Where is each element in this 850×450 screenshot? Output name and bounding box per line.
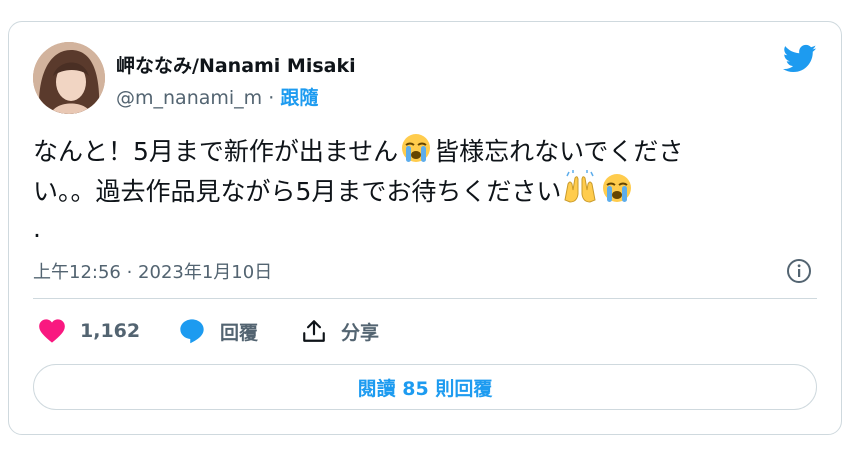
share-label: 分享 [341, 321, 380, 344]
loudly-crying-face-icon [402, 134, 431, 162]
author-handle[interactable]: @m_nanami_m [116, 87, 262, 109]
tweet-line3: . [33, 214, 41, 243]
tweet-line2-a: い。。過去作品見ながら5月までお待ちください [33, 177, 562, 206]
read-replies-button[interactable]: 閱讀 85 則回覆 [33, 364, 817, 410]
reply-bubble-icon [180, 319, 204, 344]
twitter-bird-icon[interactable] [783, 44, 817, 74]
heart-icon [39, 319, 65, 343]
divider [33, 298, 817, 299]
reply-button[interactable]: 回覆 [178, 316, 258, 346]
avatar[interactable] [33, 42, 105, 114]
reply-label: 回覆 [220, 321, 259, 344]
loudly-crying-face-icon [603, 174, 632, 202]
author-handle-row: @m_nanami_m · 跟隨 [116, 83, 318, 110]
like-count: 1,162 [80, 320, 141, 342]
share-icon [303, 320, 325, 342]
tweet-text: なんと！5月まで新作が出ません 皆様忘れないでくださ い。。過去作品見ながら5月ま… [33, 132, 793, 247]
share-button[interactable]: 分享 [301, 316, 379, 346]
tweet-timestamp[interactable]: 上午12:56 · 2023年1月10日 [33, 258, 272, 284]
tweet-line1-b: 皆様忘れないでくださ [434, 137, 684, 166]
author-display-name[interactable]: 岬ななみ/Nanami Misaki [116, 51, 356, 78]
like-button[interactable]: 1,162 [38, 316, 140, 346]
separator: · [262, 87, 281, 109]
info-icon[interactable] [786, 258, 812, 284]
raising-hands-icon [564, 170, 596, 203]
tweet-line1-a: なんと！5月まで新作が出ません [33, 137, 399, 166]
follow-button[interactable]: 跟隨 [280, 87, 318, 109]
